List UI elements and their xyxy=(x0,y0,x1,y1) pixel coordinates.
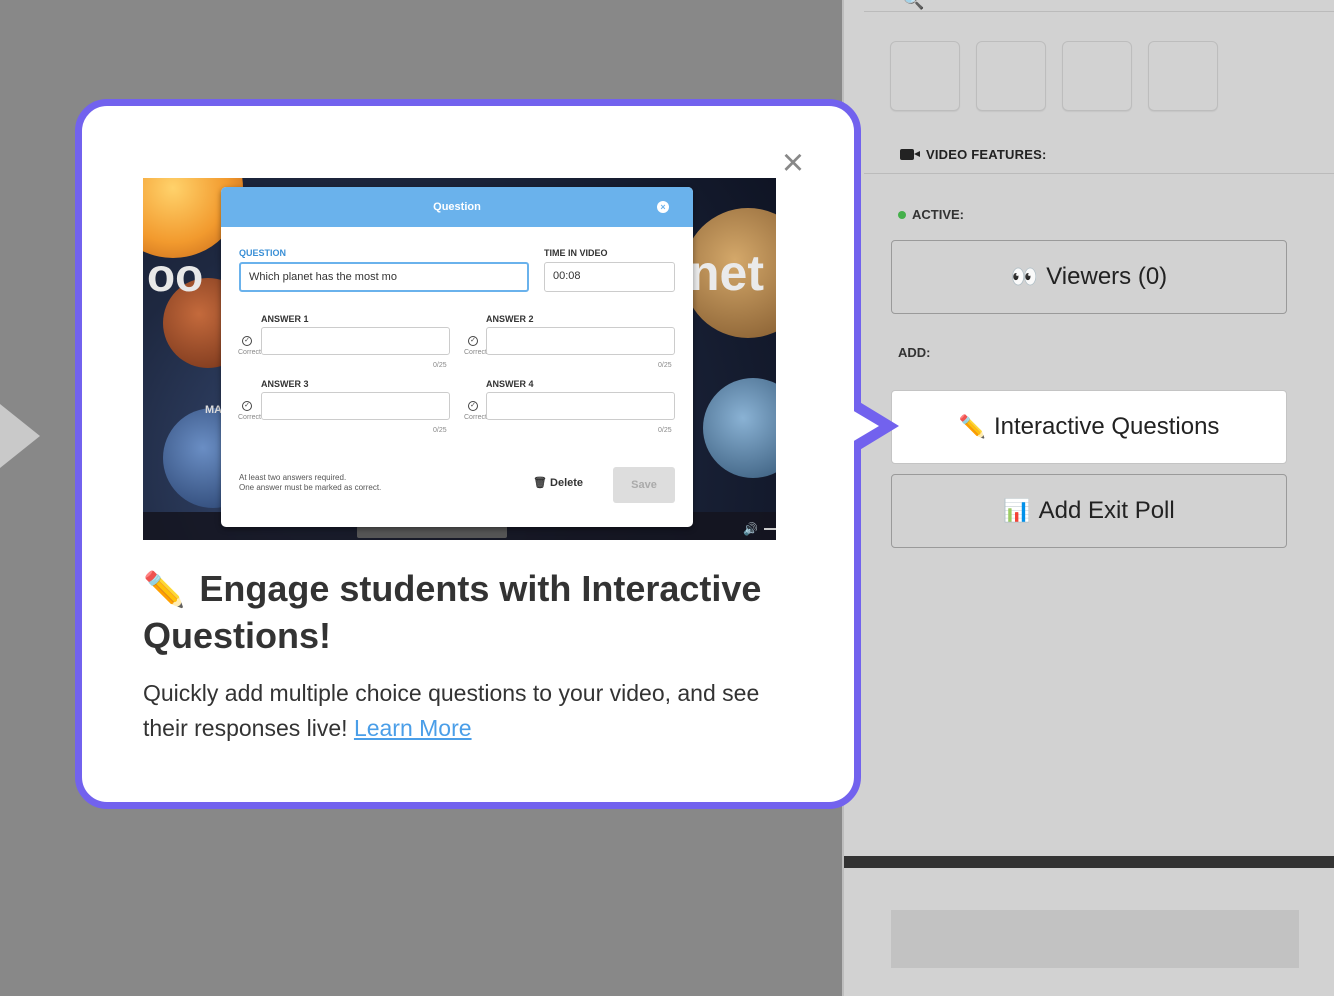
popup-title-text: Engage students with Interactive Questio… xyxy=(143,568,762,656)
volume-icon: 🔊 xyxy=(743,522,758,536)
question-input-value: Which planet has the most mo xyxy=(249,271,397,283)
viewers-button[interactable]: 👀 Viewers (0) xyxy=(891,240,1287,314)
volume-slider xyxy=(764,528,776,530)
video-camera-icon xyxy=(900,149,920,160)
correct-label: Correct xyxy=(238,349,261,356)
background-text: oo xyxy=(147,249,204,301)
tile-row xyxy=(890,41,1218,111)
feature-tile[interactable] xyxy=(890,41,960,111)
active-status-dot xyxy=(898,210,906,219)
char-count: 0/25 xyxy=(433,362,447,369)
correct-check-icon: ✓ xyxy=(468,336,478,346)
question-modal-title: Question xyxy=(433,201,481,213)
answer-label: ANSWER 3 xyxy=(261,379,309,389)
correct-check-icon: ✓ xyxy=(242,336,252,346)
correct-label: Correct xyxy=(464,349,487,356)
correct-check-icon: ✓ xyxy=(468,401,478,411)
save-button: Save xyxy=(613,467,675,503)
viewers-button-label: Viewers (0) xyxy=(1046,263,1168,290)
bar-chart-icon: 📊 xyxy=(1003,498,1031,523)
eyes-icon: 👀 xyxy=(1010,264,1039,289)
feature-tile[interactable] xyxy=(976,41,1046,111)
feature-preview-image: oo net MA 🔊 Question × QUESTION TIME IN … xyxy=(143,178,776,540)
video-features-panel: 🔍 VIDEO FEATURES: ACTIVE: 👀 Viewers (0) … xyxy=(842,0,1334,996)
answer-label: ANSWER 4 xyxy=(486,379,534,389)
panel-divider-bar xyxy=(844,856,1334,868)
add-exit-poll-button-label: Add Exit Poll xyxy=(1038,497,1175,524)
char-count: 0/25 xyxy=(658,362,672,369)
background-text: net xyxy=(689,245,764,301)
answer-input xyxy=(261,327,450,355)
background-text: MA xyxy=(205,404,223,416)
close-icon[interactable]: × xyxy=(776,144,810,182)
add-heading: ADD: xyxy=(898,345,931,360)
popup-description: Quickly add multiple choice questions to… xyxy=(143,676,793,746)
validation-note-line: At least two answers required. xyxy=(239,473,347,482)
char-count: 0/25 xyxy=(658,427,672,434)
answer-label: ANSWER 2 xyxy=(486,314,534,324)
chat-input-placeholder[interactable] xyxy=(891,910,1299,968)
search-icon: 🔍 xyxy=(902,0,925,10)
correct-check-icon: ✓ xyxy=(242,401,252,411)
question-modal-header: Question × xyxy=(221,187,693,227)
pencil-icon: ✏️ xyxy=(143,571,186,609)
popup-title: ✏️ Engage students with Interactive Quest… xyxy=(143,566,763,658)
validation-note: At least two answers required. One answe… xyxy=(239,473,381,493)
section-title: VIDEO FEATURES: xyxy=(926,147,1047,162)
answer-input xyxy=(486,392,675,420)
answer-input xyxy=(261,392,450,420)
feature-intro-popup: × oo net MA 🔊 Question × QUESTION TIME I… xyxy=(75,99,861,809)
answer-label: ANSWER 1 xyxy=(261,314,309,324)
question-label: QUESTION xyxy=(239,248,287,258)
question-input: Which planet has the most mo xyxy=(239,262,529,292)
feature-tile[interactable] xyxy=(1062,41,1132,111)
question-modal: Question × QUESTION TIME IN VIDEO Which … xyxy=(221,187,693,527)
popup-pointer-fill xyxy=(847,407,879,445)
add-exit-poll-button[interactable]: 📊 Add Exit Poll xyxy=(891,474,1287,548)
video-features-heading: VIDEO FEATURES: xyxy=(900,147,1047,162)
learn-more-link[interactable]: Learn More xyxy=(354,715,472,741)
time-in-video-label: TIME IN VIDEO xyxy=(544,248,608,258)
feature-tile[interactable] xyxy=(1148,41,1218,111)
delete-button: 🗑 Delete xyxy=(533,476,583,489)
divider xyxy=(864,173,1334,174)
play-triangle-icon xyxy=(0,404,40,468)
add-question-tooltip xyxy=(357,526,507,538)
correct-label: Correct xyxy=(238,414,261,421)
close-icon: × xyxy=(657,201,669,213)
interactive-questions-button[interactable]: ✏️ Interactive Questions xyxy=(891,390,1287,464)
trash-icon: 🗑 xyxy=(533,477,547,489)
divider xyxy=(864,11,1334,12)
interactive-questions-button-label: Interactive Questions xyxy=(993,413,1220,440)
active-label: ACTIVE: xyxy=(912,207,964,222)
correct-label: Correct xyxy=(464,414,487,421)
planet-illustration xyxy=(703,378,776,478)
active-heading: ACTIVE: xyxy=(898,207,964,222)
time-in-video-input: 00:08 xyxy=(544,262,675,292)
pencil-icon: ✏️ xyxy=(958,414,986,439)
validation-note-line: One answer must be marked as correct. xyxy=(239,483,382,492)
answer-input xyxy=(486,327,675,355)
char-count: 0/25 xyxy=(433,427,447,434)
time-in-video-value: 00:08 xyxy=(553,270,581,282)
delete-label: Delete xyxy=(550,477,584,489)
